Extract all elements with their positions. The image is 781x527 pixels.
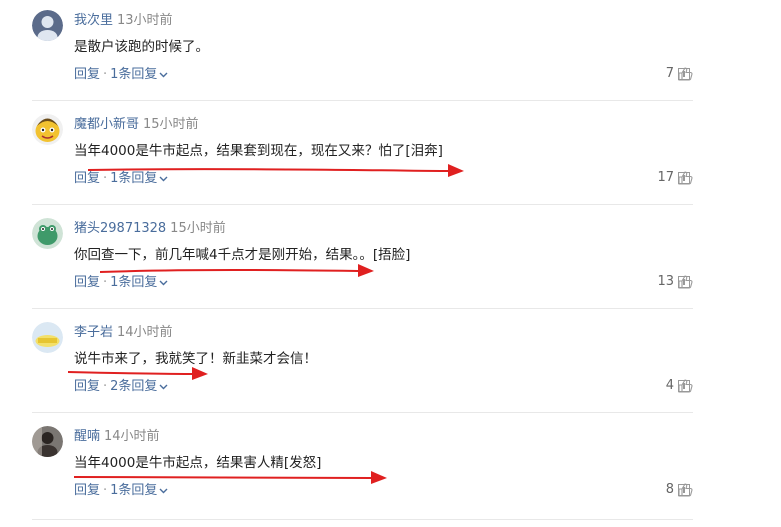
comment-item: 李子岩 14小时前 说牛市来了，我就笑了！新韭菜才会信！ 回复 · 2条回复 4 [0, 312, 781, 416]
comment-item: 魔都小新哥 15小时前 当年4000是牛市起点，结果套到现在，现在又来？怕了[泪奔… [0, 104, 781, 208]
timestamp: 14小时前 [117, 325, 173, 340]
avatar[interactable] [32, 426, 63, 457]
username[interactable]: 我次里 [74, 13, 113, 28]
avatar[interactable] [32, 10, 63, 41]
comment-meta: 魔都小新哥 15小时前 [74, 116, 199, 134]
divider [32, 100, 693, 101]
like-count: 8 [665, 482, 674, 497]
username[interactable]: 猪头29871328 [74, 221, 166, 236]
view-replies-button[interactable]: 1条回复 [110, 483, 168, 498]
timestamp: 14小时前 [104, 429, 160, 444]
view-replies-button[interactable]: 1条回复 [110, 67, 168, 82]
comment-meta: 李子岩 14小时前 [74, 324, 173, 342]
comment-meta: 醒喃 14小时前 [74, 428, 160, 446]
timestamp: 15小时前 [170, 221, 226, 236]
comment-text: 是散户该跑的时候了。 [74, 39, 209, 55]
view-replies-button[interactable]: 2条回复 [110, 379, 168, 394]
separator: · [103, 483, 108, 498]
timestamp: 15小时前 [143, 117, 199, 132]
like-count: 4 [665, 378, 674, 393]
view-replies-button[interactable]: 1条回复 [110, 275, 168, 290]
photo-avatar-icon [32, 426, 63, 457]
like-count: 17 [657, 170, 674, 185]
chevron-down-icon [159, 488, 168, 493]
separator: · [103, 275, 108, 290]
separator: · [103, 67, 108, 82]
like-count: 13 [657, 274, 674, 289]
avatar[interactable] [32, 114, 63, 145]
comment-text: 当年4000是牛市起点，结果套到现在，现在又来？怕了[泪奔] [74, 143, 443, 159]
comment-actions: 回复 · 1条回复 [74, 274, 168, 292]
comment-actions: 回复 · 1条回复 [74, 66, 168, 84]
timestamp: 13小时前 [117, 13, 173, 28]
comment-text: 当年4000是牛市起点，结果害人精[发怒] [74, 455, 322, 471]
comment-item: 猪头29871328 15小时前 你回查一下，前几年喊4千点才是刚开始，结果。。[… [0, 208, 781, 312]
comment-list: 我次里 13小时前 是散户该跑的时候了。 回复 · 1条回复 7 魔都小新哥 1… [0, 0, 781, 527]
replies-count-label: 1条回复 [110, 483, 158, 498]
reply-button[interactable]: 回复 [74, 171, 100, 186]
cartoon-face-avatar-icon [32, 114, 63, 145]
report-button[interactable] [678, 68, 690, 80]
blue-circle-avatar-icon [32, 10, 63, 41]
comment-item: 我次里 13小时前 是散户该跑的时候了。 回复 · 1条回复 7 [0, 0, 781, 104]
avatar[interactable] [32, 218, 63, 249]
separator: · [103, 379, 108, 394]
replies-count-label: 1条回复 [110, 67, 158, 82]
comment-actions: 回复 · 1条回复 [74, 482, 168, 500]
report-button[interactable] [678, 484, 690, 496]
comment-meta: 我次里 13小时前 [74, 12, 173, 30]
replies-count-label: 1条回复 [110, 275, 158, 290]
green-frog-avatar-icon [32, 218, 63, 249]
report-button[interactable] [678, 172, 690, 184]
chevron-down-icon [159, 72, 168, 77]
comment-actions: 回复 · 2条回复 [74, 378, 168, 396]
separator: · [103, 171, 108, 186]
divider [32, 412, 693, 413]
divider [32, 308, 693, 309]
chevron-down-icon [159, 176, 168, 181]
reply-button[interactable]: 回复 [74, 379, 100, 394]
avatar[interactable] [32, 322, 63, 353]
reply-button[interactable]: 回复 [74, 275, 100, 290]
report-button[interactable] [678, 380, 690, 392]
username[interactable]: 魔都小新哥 [74, 117, 139, 132]
report-button[interactable] [678, 276, 690, 288]
replies-count-label: 2条回复 [110, 379, 158, 394]
username[interactable]: 醒喃 [74, 429, 100, 444]
reply-button[interactable]: 回复 [74, 483, 100, 498]
divider [32, 519, 693, 520]
chevron-down-icon [159, 280, 168, 285]
comment-text: 你回查一下，前几年喊4千点才是刚开始，结果。。[捂脸] [74, 247, 411, 263]
comment-item: 醒喃 14小时前 当年4000是牛市起点，结果害人精[发怒] 回复 · 1条回复 8 [0, 416, 781, 520]
comment-text: 说牛市来了，我就笑了！新韭菜才会信！ [74, 351, 317, 367]
divider [32, 204, 693, 205]
like-count: 7 [665, 66, 674, 81]
username[interactable]: 李子岩 [74, 325, 113, 340]
replies-count-label: 1条回复 [110, 171, 158, 186]
view-replies-button[interactable]: 1条回复 [110, 171, 168, 186]
chevron-down-icon [159, 384, 168, 389]
yellow-text-avatar-icon [32, 322, 63, 353]
comment-meta: 猪头29871328 15小时前 [74, 220, 226, 238]
reply-button[interactable]: 回复 [74, 67, 100, 82]
comment-actions: 回复 · 1条回复 [74, 170, 168, 188]
